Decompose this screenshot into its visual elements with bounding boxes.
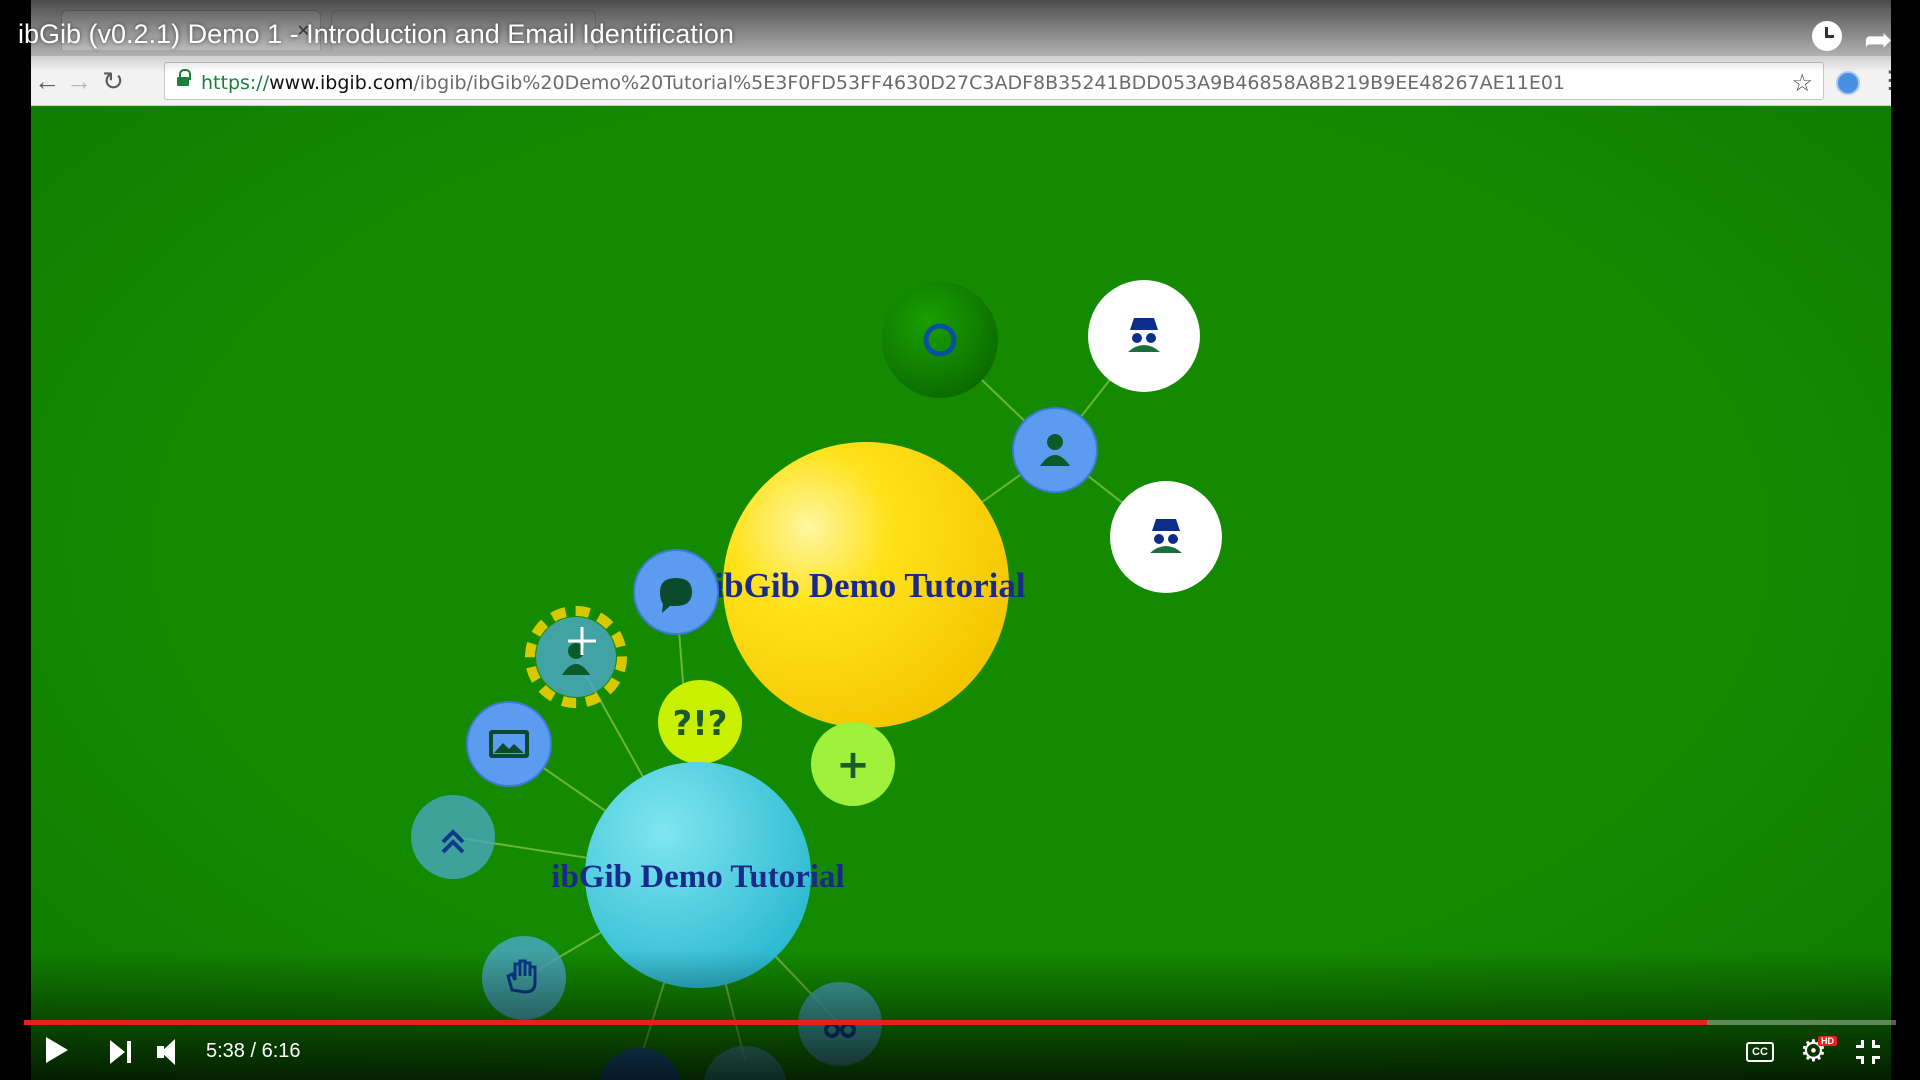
white-node-2[interactable]	[1110, 481, 1222, 593]
comment-node[interactable]	[633, 549, 719, 635]
white-node-1[interactable]	[1088, 280, 1200, 392]
image-icon	[489, 730, 529, 758]
volume-icon[interactable]	[157, 1039, 187, 1065]
time-display: 5:38 / 6:16	[206, 1040, 301, 1062]
hd-badge: HD	[1818, 1036, 1837, 1046]
share-arrow-icon[interactable]: ➦	[1864, 20, 1893, 60]
fullscreen-corner	[1872, 1056, 1880, 1064]
add-node-label: +	[836, 742, 870, 788]
main-ibgib-node[interactable]: ibGib Demo Tutorial	[714, 442, 1026, 728]
video-title-bar: ibGib (v0.2.1) Demo 1 - Introduction and…	[0, 0, 1920, 72]
fullscreen-corner	[1856, 1056, 1864, 1064]
progress-played	[24, 1020, 1707, 1025]
expand-up-node[interactable]	[411, 795, 495, 879]
progress-bar[interactable]	[24, 1020, 1896, 1025]
cc-icon[interactable]: CC	[1746, 1042, 1774, 1062]
fullscreen-corner	[1856, 1040, 1864, 1048]
secondary-node-label: ibGib Demo Tutorial	[551, 859, 844, 895]
add-node[interactable]: +	[811, 722, 895, 806]
next-icon[interactable]	[110, 1040, 132, 1064]
video-title[interactable]: ibGib (v0.2.1) Demo 1 - Introduction and…	[18, 19, 734, 50]
query-node-label: ?!?	[673, 704, 728, 744]
query-node[interactable]: ?!?	[658, 680, 742, 764]
play-icon[interactable]	[46, 1037, 68, 1063]
picture-node[interactable]	[466, 701, 552, 787]
ibgib-graph: ibGib Demo Tutorial ?!? + ibGib Demo Tut…	[411, 280, 1222, 1080]
main-node-label: ibGib Demo Tutorial	[714, 566, 1025, 605]
fullscreen-exit-icon[interactable]	[1856, 1040, 1880, 1064]
selected-identity-node[interactable]	[525, 606, 627, 708]
clock-icon[interactable]	[1812, 21, 1842, 51]
identity-node[interactable]	[1012, 407, 1098, 493]
fullscreen-corner	[1872, 1040, 1880, 1048]
dark-green-node[interactable]	[882, 282, 998, 398]
